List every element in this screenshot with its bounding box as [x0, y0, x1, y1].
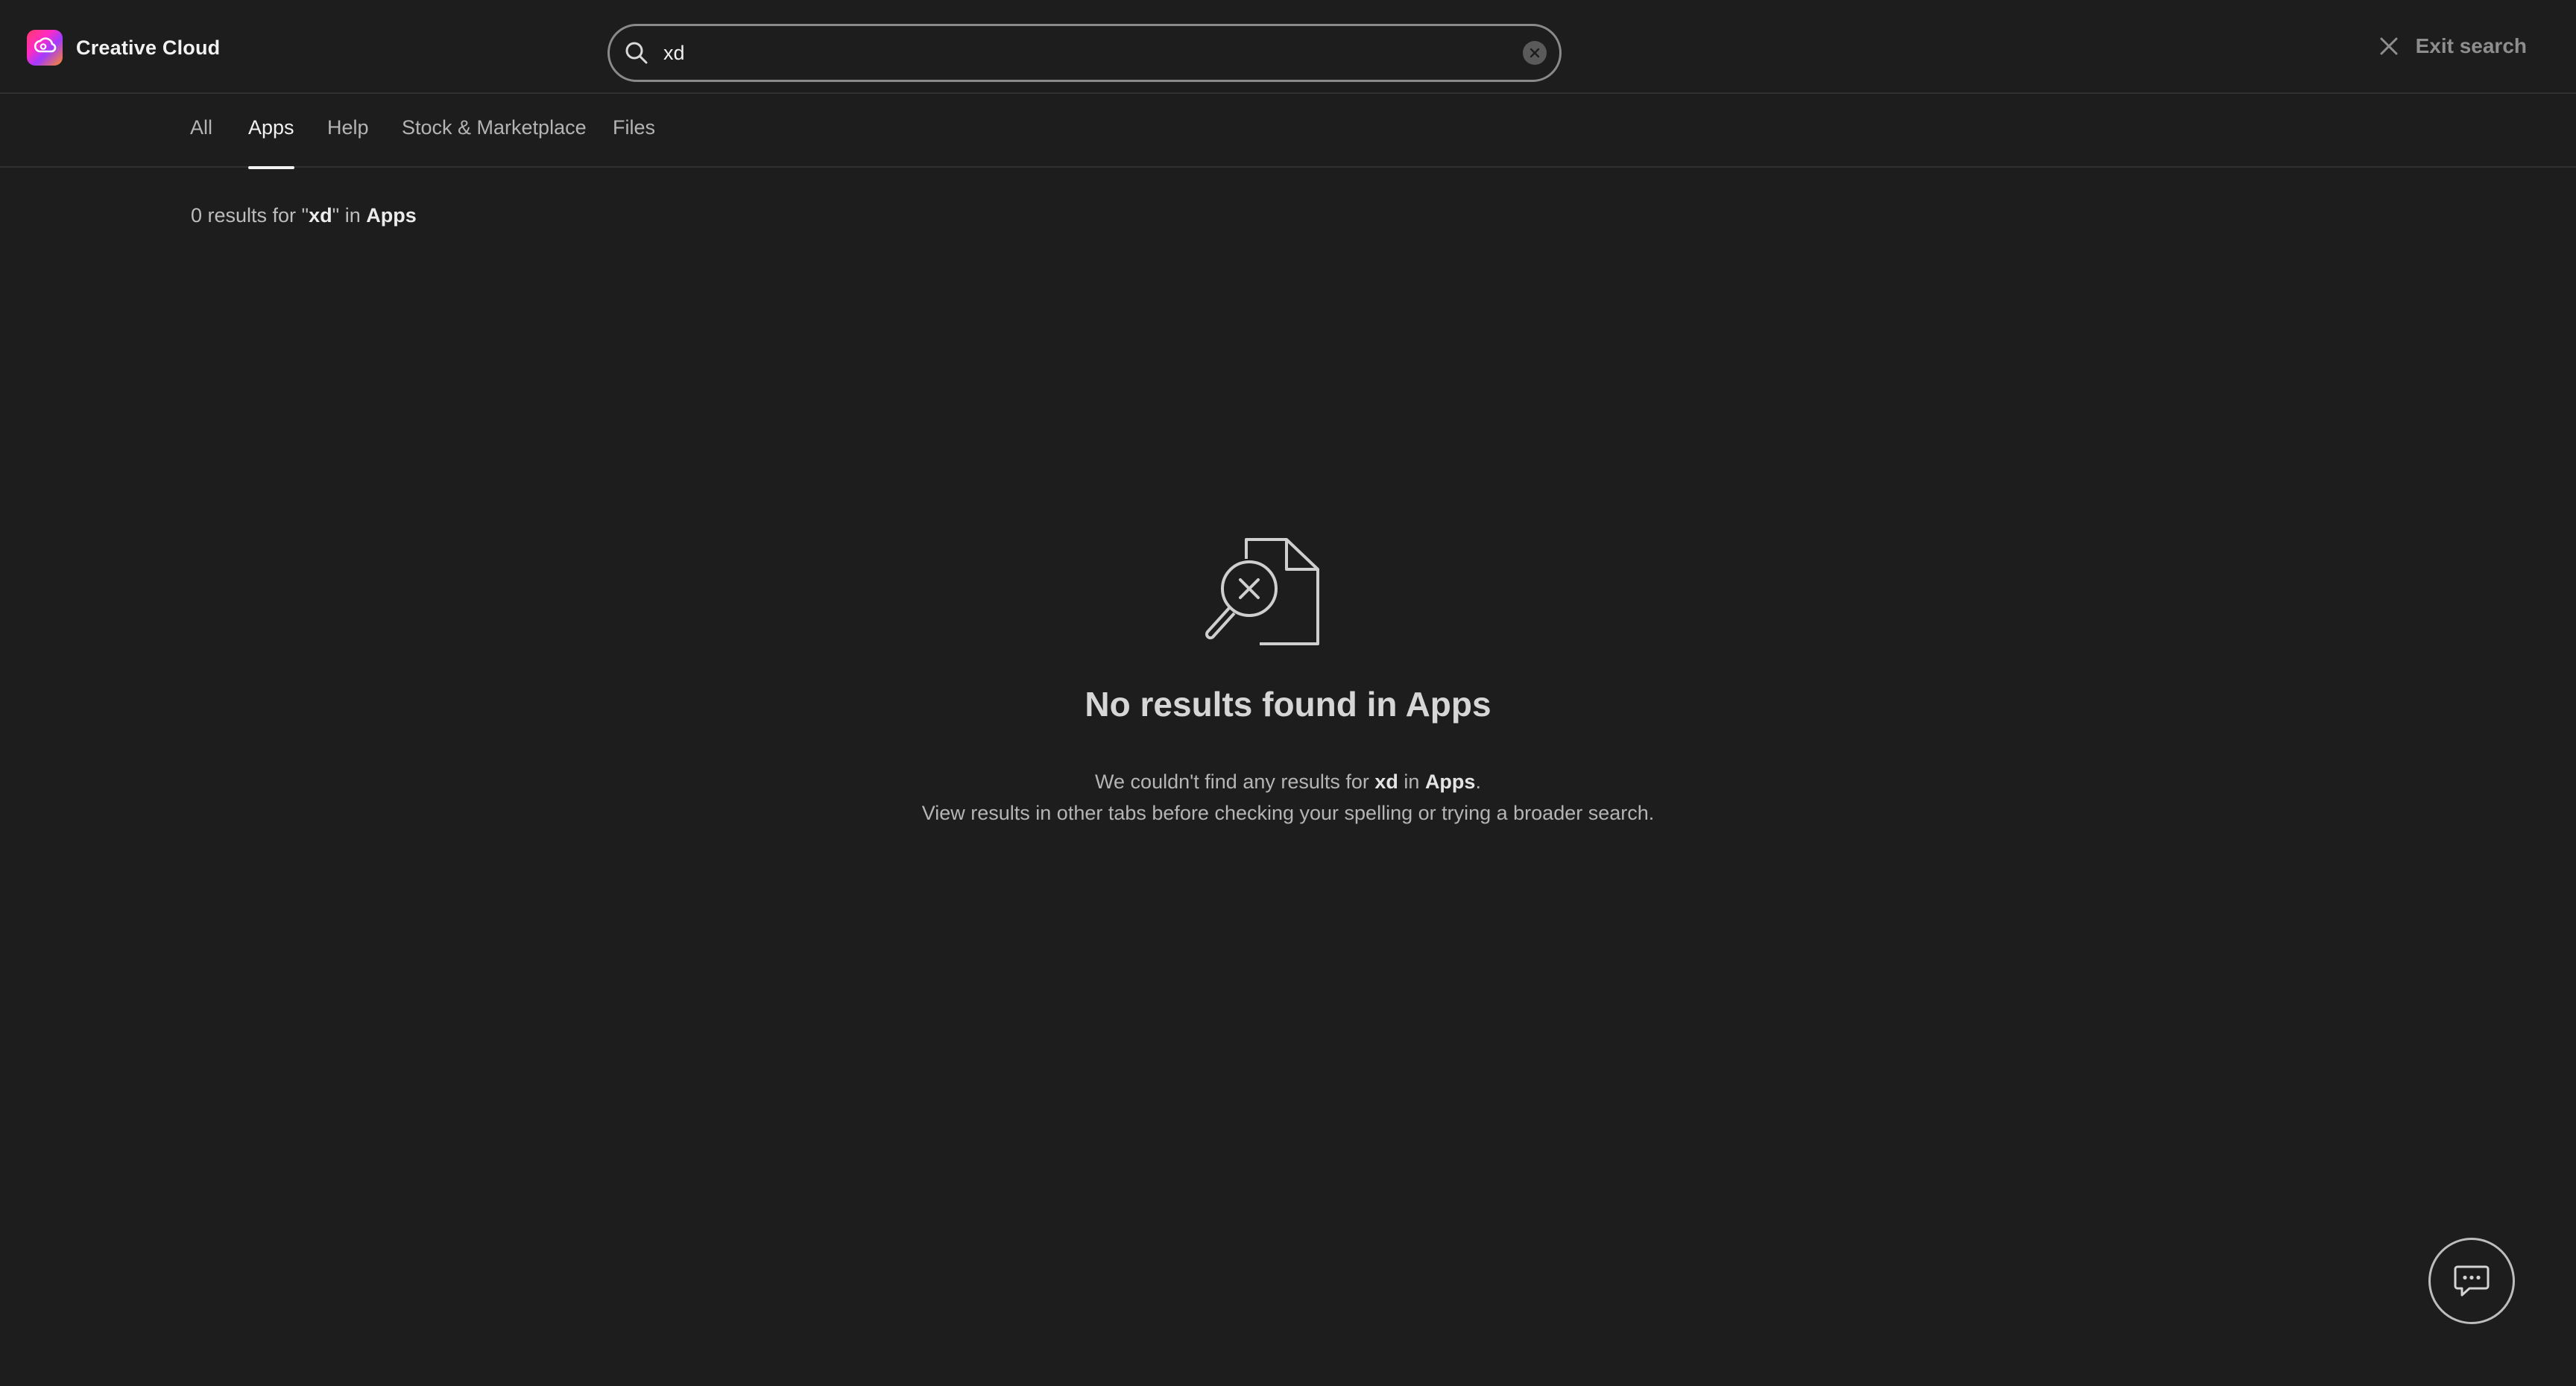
chat-feedback-icon [2454, 1265, 2490, 1297]
tab-label: Files [613, 116, 656, 139]
empty-state-title: No results found in Apps [1085, 685, 1491, 724]
tab-label: Apps [248, 116, 294, 139]
tab-label: Help [327, 116, 369, 139]
top-bar: Creative Cloud Exit searc [0, 0, 2576, 94]
tab-apps[interactable]: Apps [248, 116, 294, 169]
exit-search-button[interactable]: Exit search [2378, 31, 2527, 61]
search-icon [623, 39, 650, 66]
tab-all[interactable]: All [190, 116, 212, 146]
feedback-button[interactable] [2428, 1238, 2515, 1324]
results-summary: 0 results for "xd" in Apps [191, 204, 417, 227]
creative-cloud-logo-icon [27, 30, 63, 66]
clear-icon [1530, 48, 1540, 58]
empty-state-hint: View results in other tabs before checki… [921, 802, 1655, 824]
results-query: xd [309, 204, 332, 227]
exit-search-label: Exit search [2415, 34, 2527, 57]
tab-help[interactable]: Help [327, 116, 369, 146]
app-title: Creative Cloud [76, 36, 221, 59]
results-scope: Apps [366, 204, 417, 227]
tab-label: All [190, 116, 213, 139]
search-bar[interactable] [607, 24, 1562, 82]
active-tab-indicator [248, 166, 294, 169]
tab-stock-marketplace[interactable]: Stock & Marketplace [402, 116, 587, 146]
close-icon [2380, 37, 2398, 55]
brand: Creative Cloud [27, 30, 220, 66]
app-window: Creative Cloud Exit searc [0, 0, 2576, 1386]
clear-search-button[interactable] [1523, 41, 1547, 65]
no-results-document-icon [1205, 538, 1319, 645]
empty-state-message: We couldn't find any results for xd in A… [1095, 770, 1481, 793]
tab-label: Stock & Marketplace [402, 116, 587, 139]
tab-files[interactable]: Files [613, 116, 655, 146]
search-scope-tabs: All Apps Help Stock & Marketplace Files [0, 94, 2576, 169]
search-input[interactable] [663, 35, 1483, 71]
